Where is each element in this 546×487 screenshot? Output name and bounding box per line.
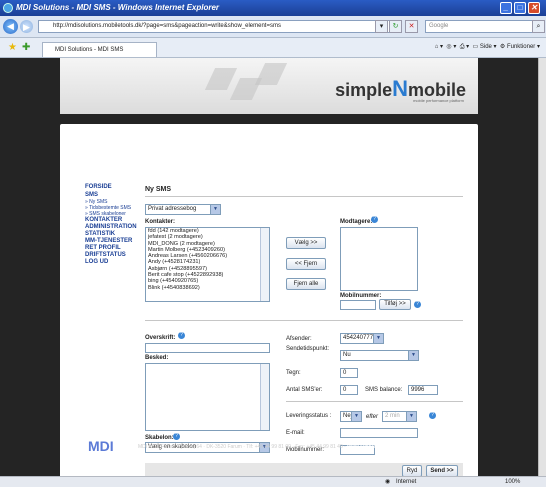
subject-label: Overskrift: <box>145 335 176 341</box>
nav-statistik[interactable]: STATISTIK <box>85 231 115 238</box>
home-icon[interactable]: ⌂ ▾ <box>435 44 443 50</box>
message-scrollbar[interactable] <box>260 364 269 430</box>
header-band: simpleNmobile mobile performance platfor… <box>60 58 478 114</box>
decorative-shape <box>254 63 288 85</box>
favorites-star-icon[interactable]: ★ <box>8 42 17 53</box>
add-button[interactable]: Tilføj >> <box>379 299 411 310</box>
nav-kontakter[interactable]: KONTAKTER <box>85 217 122 224</box>
mobile-input[interactable] <box>340 300 376 310</box>
delivery-select[interactable]: Nej ▼ <box>340 411 362 422</box>
chevron-down-icon: ▼ <box>210 205 220 214</box>
security-zone: Internet <box>396 479 417 485</box>
nav-administration[interactable]: ADMINISTRATION <box>85 224 137 231</box>
help-icon[interactable]: ? <box>429 412 436 419</box>
forward-button[interactable]: ▶ <box>20 20 33 33</box>
remove-all-button[interactable]: Fjern alle <box>286 278 326 290</box>
refresh-button[interactable]: ↻ <box>389 20 402 33</box>
nav-mm-tjenester[interactable]: MM-TJENESTER <box>85 238 132 245</box>
chevron-down-icon: ▼ <box>406 412 416 421</box>
decorative-shape <box>204 68 238 90</box>
nav-ret-profil[interactable]: RET PROFIL <box>85 245 121 252</box>
nav-sms[interactable]: SMS <box>85 192 98 199</box>
after-select[interactable]: 2 min ▼ <box>382 411 417 422</box>
search-input[interactable]: Google <box>425 20 533 33</box>
nav-forside[interactable]: FORSIDE <box>85 184 112 191</box>
help-icon[interactable]: ? <box>178 332 185 339</box>
help-icon[interactable]: ? <box>371 216 378 223</box>
message-textarea[interactable] <box>145 363 270 431</box>
sender-label: Afsender: <box>286 336 312 342</box>
address-toolbar: ◀ ▶ http://mdisolutions.mobiletools.dk/?… <box>0 16 546 38</box>
sms-count: 0 <box>340 385 358 395</box>
remove-button[interactable]: << Fjern <box>286 258 326 270</box>
add-favorites-icon[interactable]: ✚ <box>22 42 30 53</box>
recipients-label: Modtagere: <box>340 219 373 225</box>
contacts-label: Kontakter: <box>145 219 176 225</box>
minimize-button[interactable]: _ <box>500 2 512 14</box>
sender-select[interactable]: 4542407777 ▼ <box>340 333 384 344</box>
after-label: efter <box>366 414 379 420</box>
help-icon[interactable]: ? <box>414 301 421 308</box>
dropdown-arrow-icon[interactable]: ▾ <box>375 20 388 33</box>
divider <box>145 320 463 321</box>
choose-button[interactable]: Vælg >> <box>286 237 326 249</box>
print-icon[interactable]: ⎙ ▾ <box>460 44 469 50</box>
divider <box>286 401 463 402</box>
recipients-list[interactable] <box>340 227 418 291</box>
globe-icon: ◉ <box>385 479 391 485</box>
balance-label: SMS balance: <box>365 387 403 393</box>
zoom-level[interactable]: 100% <box>505 477 520 487</box>
page-title: Ny SMS <box>145 186 172 193</box>
page-scrollbar[interactable] <box>538 58 546 476</box>
brand-tagline: mobile performance platform <box>413 98 464 103</box>
page-menu[interactable]: ▭ Side ▾ <box>473 44 497 50</box>
chevron-down-icon: ▼ <box>373 334 383 343</box>
count-label: Antal SMS'er: <box>286 387 323 393</box>
maximize-button[interactable]: □ <box>514 2 526 14</box>
message-label: Besked: <box>145 355 169 361</box>
ie-logo-icon <box>3 3 13 13</box>
chevron-down-icon: ▼ <box>408 351 418 360</box>
feeds-icon[interactable]: ◎ ▾ <box>446 44 456 50</box>
nav-driftstatus[interactable]: DRIFTSTATUS <box>85 252 126 259</box>
mobile-label: Mobilnummer: <box>340 293 382 299</box>
nav-log-ud[interactable]: LOG UD <box>85 259 108 266</box>
chars-count: 0 <box>340 368 358 378</box>
chars-label: Tegn: <box>286 370 301 376</box>
sendtime-select[interactable]: Nu ▼ <box>340 350 419 361</box>
divider <box>145 196 463 197</box>
stop-button[interactable]: ✕ <box>405 20 418 33</box>
back-button[interactable]: ◀ <box>3 19 18 34</box>
sms-balance: 9996 <box>408 385 438 395</box>
page-viewport: simpleNmobile mobile performance platfor… <box>0 58 538 476</box>
address-input[interactable]: http://mdisolutions.mobiletools.dk/?page… <box>38 20 400 33</box>
list-item[interactable]: Blink (+4540838692) <box>146 285 269 291</box>
status-bar: ◉ Internet 100% <box>0 476 546 487</box>
main-panel: FORSIDE SMS » Ny SMS » Tidsbestemte SMS … <box>60 124 478 476</box>
tab-row: ★ ✚ MDI Solutions - MDI SMS ⌂ ▾ ◎ ▾ ⎙ ▾ … <box>0 38 546 58</box>
footer-site-link[interactable]: www.simpleNmobile.com <box>347 444 407 450</box>
sendtime-label: Sendetidspunkt: <box>286 346 330 352</box>
tools-menu[interactable]: ⚙ Funktioner ▾ <box>500 44 540 50</box>
contacts-scrollbar[interactable] <box>260 228 269 301</box>
page-footer: MDI MDI A/S · Farum Gydevej 64 · DK-3520… <box>60 432 478 476</box>
delivery-label: Leveringsstatus : <box>286 413 332 419</box>
close-window-button[interactable]: ✕ <box>528 2 540 14</box>
window-titlebar: MDI Solutions - MDI SMS - Windows Intern… <box>0 0 546 16</box>
footer-address: MDI A/S · Farum Gydevej 64 · DK-3520 Far… <box>138 444 408 450</box>
subject-input[interactable] <box>145 343 270 353</box>
search-icon[interactable]: ⌕ <box>532 20 545 33</box>
tab-mdi-sms[interactable]: MDI Solutions - MDI SMS <box>42 42 157 57</box>
command-bar: ⌂ ▾ ◎ ▾ ⎙ ▾ ▭ Side ▾ ⚙ Funktioner ▾ <box>435 43 540 51</box>
addressbook-select[interactable]: Privat adressebog ▼ <box>145 204 221 215</box>
chevron-down-icon: ▼ <box>351 412 361 421</box>
footer-logo: MDI <box>88 438 114 454</box>
contacts-list[interactable]: fdd (142 modtagere) jefatest (2 modtager… <box>145 227 270 302</box>
window-title: MDI Solutions - MDI SMS - Windows Intern… <box>16 3 220 12</box>
